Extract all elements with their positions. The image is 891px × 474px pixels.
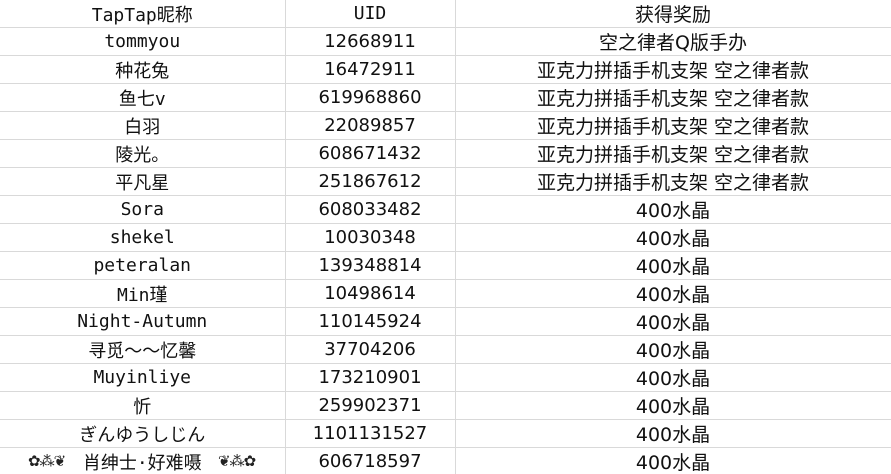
- cell-uid[interactable]: 608033482: [285, 195, 456, 224]
- cell-uid[interactable]: 1101131527: [285, 419, 456, 448]
- cell-uid[interactable]: 606718597: [285, 447, 456, 474]
- cell-nickname[interactable]: 鱼七v: [0, 83, 286, 112]
- table-row: 鱼七v 619968860 亚克力拼插手机支架 空之律者款: [0, 83, 891, 112]
- cell-uid[interactable]: 173210901: [285, 363, 456, 392]
- cell-reward[interactable]: 400水晶: [455, 363, 891, 392]
- cell-reward[interactable]: 400水晶: [455, 223, 891, 252]
- cell-nickname[interactable]: Min瑾: [0, 279, 286, 308]
- table-row: 种花兔 16472911 亚克力拼插手机支架 空之律者款: [0, 55, 891, 84]
- cell-reward[interactable]: 400水晶: [455, 307, 891, 336]
- cell-uid[interactable]: 37704206: [285, 335, 456, 364]
- cell-nickname[interactable]: 陵光。: [0, 139, 286, 168]
- cell-uid[interactable]: 12668911: [285, 27, 456, 56]
- cell-uid[interactable]: 110145924: [285, 307, 456, 336]
- cell-nickname[interactable]: 种花兔: [0, 55, 286, 84]
- cell-reward[interactable]: 亚克力拼插手机支架 空之律者款: [455, 139, 891, 168]
- reward-table: TapTap昵称 UID 获得奖励 tommyou 12668911 空之律者Q…: [0, 0, 891, 474]
- table-row: peteralan 139348814 400水晶: [0, 251, 891, 280]
- table-row: 肖绅士·好难嗫 606718597 400水晶: [0, 447, 891, 474]
- cell-uid[interactable]: 251867612: [285, 167, 456, 196]
- spreadsheet: TapTap昵称 UID 获得奖励 tommyou 12668911 空之律者Q…: [0, 0, 891, 474]
- header-reward[interactable]: 获得奖励: [455, 0, 891, 28]
- table-row: Min瑾 10498614 400水晶: [0, 279, 891, 308]
- cell-uid[interactable]: 139348814: [285, 251, 456, 280]
- cell-reward[interactable]: 亚克力拼插手机支架 空之律者款: [455, 167, 891, 196]
- cell-nickname[interactable]: ぎんゆうしじん: [0, 419, 286, 448]
- table-row: 陵光。 608671432 亚克力拼插手机支架 空之律者款: [0, 139, 891, 168]
- table-row: ぎんゆうしじん 1101131527 400水晶: [0, 419, 891, 448]
- cell-reward[interactable]: 400水晶: [455, 391, 891, 420]
- cell-uid[interactable]: 259902371: [285, 391, 456, 420]
- table-row: shekel 10030348 400水晶: [0, 223, 891, 252]
- table-row: Sora 608033482 400水晶: [0, 195, 891, 224]
- cell-uid[interactable]: 10498614: [285, 279, 456, 308]
- right-flourish-decoration: ❦⁂✿: [218, 452, 256, 470]
- cell-nickname[interactable]: Sora: [0, 195, 286, 224]
- header-uid[interactable]: UID: [285, 0, 456, 28]
- cell-uid[interactable]: 22089857: [285, 111, 456, 140]
- table-row: 寻觅～～忆馨 37704206 400水晶: [0, 335, 891, 364]
- cell-reward[interactable]: 400水晶: [455, 195, 891, 224]
- cell-nickname[interactable]: 忻: [0, 391, 286, 420]
- cell-uid[interactable]: 619968860: [285, 83, 456, 112]
- left-flourish-decoration: ✿⁂❦: [28, 452, 66, 470]
- cell-reward[interactable]: 亚克力拼插手机支架 空之律者款: [455, 55, 891, 84]
- cell-nickname[interactable]: shekel: [0, 223, 286, 252]
- cell-nickname[interactable]: 寻觅～～忆馨: [0, 335, 286, 364]
- cell-nickname[interactable]: 平凡星: [0, 167, 286, 196]
- cell-reward[interactable]: 400水晶: [455, 419, 891, 448]
- cell-nickname[interactable]: 白羽: [0, 111, 286, 140]
- cell-reward[interactable]: 400水晶: [455, 447, 891, 474]
- header-row: TapTap昵称 UID 获得奖励: [0, 0, 891, 28]
- cell-uid[interactable]: 10030348: [285, 223, 456, 252]
- cell-reward[interactable]: 亚克力拼插手机支架 空之律者款: [455, 111, 891, 140]
- table-row: 白羽 22089857 亚克力拼插手机支架 空之律者款: [0, 111, 891, 140]
- table-row: Night-Autumn 110145924 400水晶: [0, 307, 891, 336]
- header-nickname[interactable]: TapTap昵称: [0, 0, 286, 28]
- cell-reward[interactable]: 400水晶: [455, 279, 891, 308]
- table-row: 平凡星 251867612 亚克力拼插手机支架 空之律者款: [0, 167, 891, 196]
- cell-uid[interactable]: 608671432: [285, 139, 456, 168]
- cell-nickname[interactable]: peteralan: [0, 251, 286, 280]
- cell-reward[interactable]: 400水晶: [455, 251, 891, 280]
- table-row: tommyou 12668911 空之律者Q版手办: [0, 27, 891, 56]
- cell-nickname[interactable]: Night-Autumn: [0, 307, 286, 336]
- cell-reward[interactable]: 400水晶: [455, 335, 891, 364]
- table-row: Muyinliye 173210901 400水晶: [0, 363, 891, 392]
- cell-reward[interactable]: 空之律者Q版手办: [455, 27, 891, 56]
- cell-reward[interactable]: 亚克力拼插手机支架 空之律者款: [455, 83, 891, 112]
- cell-uid[interactable]: 16472911: [285, 55, 456, 84]
- cell-nickname[interactable]: Muyinliye: [0, 363, 286, 392]
- table-row: 忻 259902371 400水晶: [0, 391, 891, 420]
- cell-nickname[interactable]: tommyou: [0, 27, 286, 56]
